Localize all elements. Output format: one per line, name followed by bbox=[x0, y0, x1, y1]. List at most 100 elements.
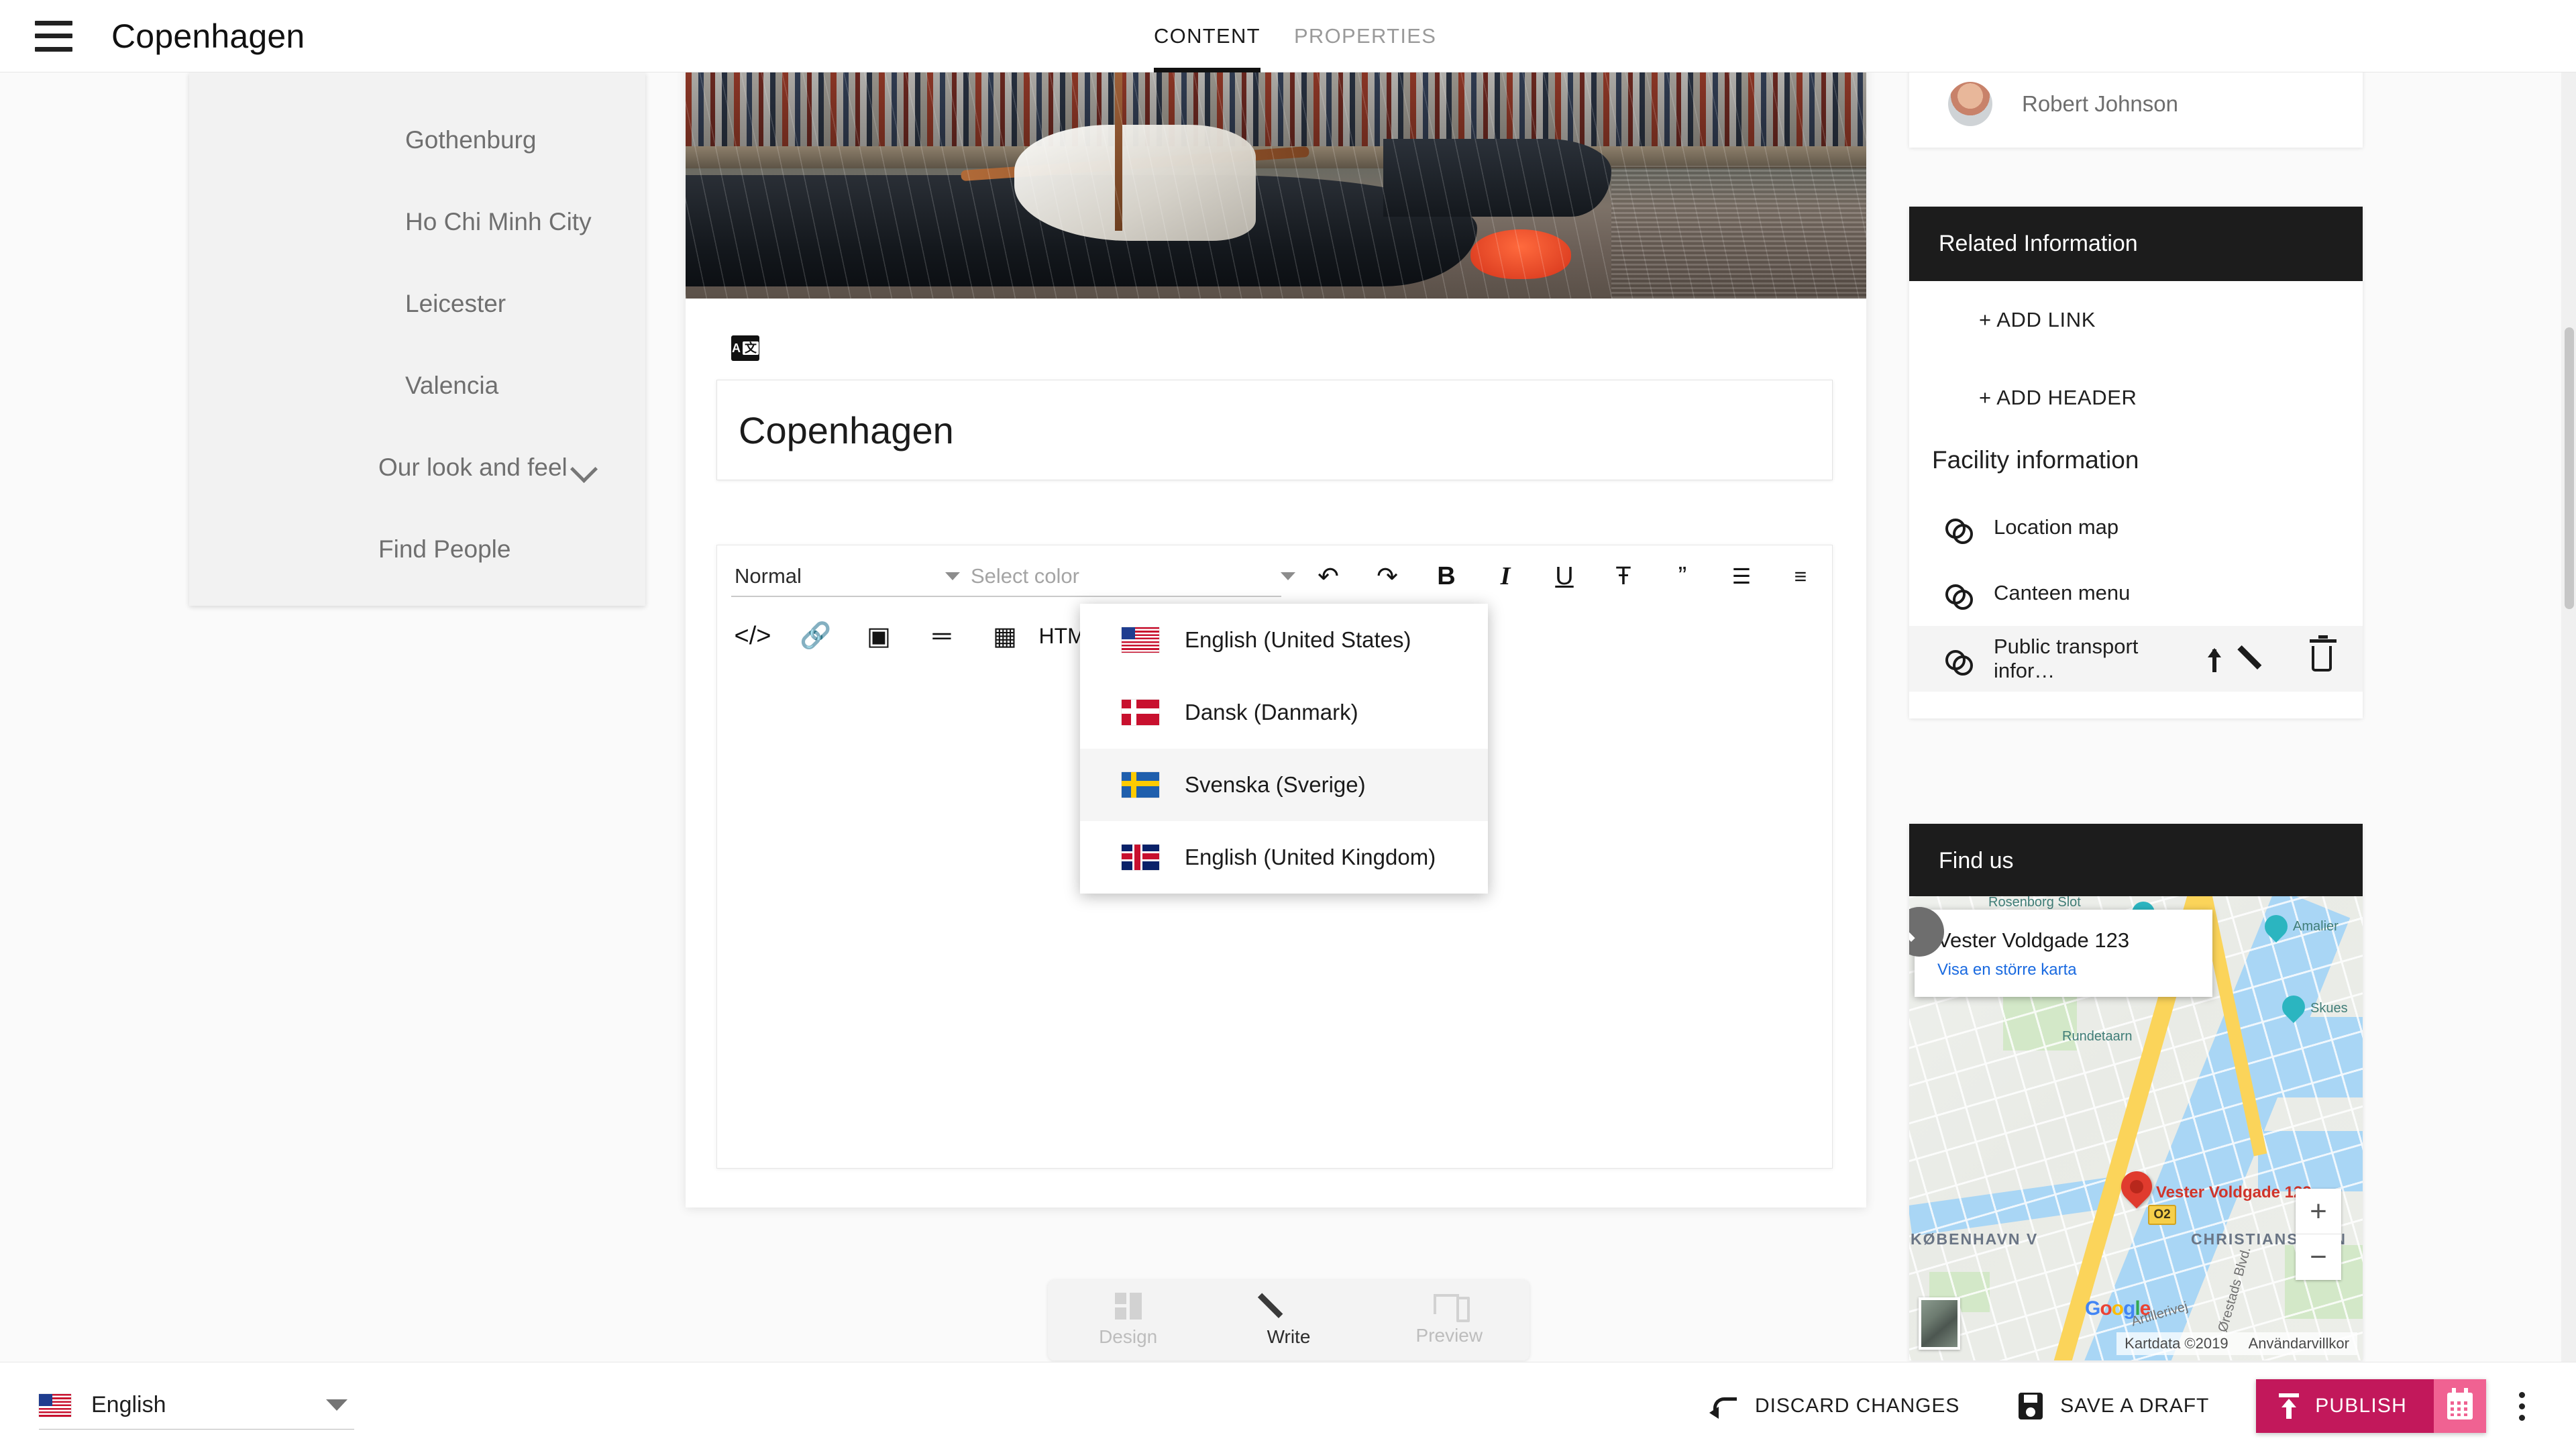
style-select[interactable]: Normal bbox=[735, 564, 971, 588]
google-logo: Google bbox=[2085, 1297, 2151, 1320]
map-canvas[interactable]: Rosenborg Slot Amalier Rundetaarn Skues … bbox=[1909, 896, 2363, 1360]
editor-toolbar-row-1: Normal Select color ↶ ↷ B I U Ŧ ” ☰ ≡ bbox=[717, 545, 1832, 607]
related-link-label: Canteen menu bbox=[1994, 581, 2131, 604]
mode-design[interactable]: Design bbox=[1048, 1293, 1208, 1348]
mode-switcher: Design Write Preview bbox=[1048, 1280, 1529, 1360]
mode-preview[interactable]: Preview bbox=[1369, 1294, 1529, 1346]
save-draft-button[interactable]: SAVE A DRAFT bbox=[1989, 1393, 2239, 1419]
add-header-button[interactable]: + ADD HEADER bbox=[1909, 359, 2363, 437]
bold-icon[interactable]: B bbox=[1428, 558, 1464, 594]
italic-icon[interactable]: I bbox=[1487, 558, 1523, 594]
undo-icon bbox=[1709, 1395, 1737, 1419]
calendar-icon bbox=[2447, 1388, 2473, 1419]
sidebar-item-ho-chi-minh-city[interactable]: Ho Chi Minh City bbox=[189, 181, 645, 263]
strikethrough-icon[interactable]: Ŧ bbox=[1605, 558, 1642, 594]
mode-label: Design bbox=[1099, 1326, 1158, 1347]
blockquote-icon[interactable]: ” bbox=[1664, 558, 1701, 594]
related-link-location-map[interactable]: Location map bbox=[1909, 494, 2363, 560]
scrollbar-thumb[interactable] bbox=[2565, 327, 2574, 609]
map-marker-label: Vester Voldgade 123 bbox=[2156, 1183, 2312, 1201]
tab-properties[interactable]: PROPERTIES bbox=[1294, 0, 1436, 72]
divider-icon[interactable]: ═ bbox=[924, 618, 960, 654]
delete-icon[interactable] bbox=[2309, 635, 2337, 672]
related-link-actions bbox=[2202, 635, 2363, 672]
map-terms-link[interactable]: Användarvillkor bbox=[2249, 1335, 2349, 1352]
table-icon[interactable]: ▦ bbox=[987, 618, 1023, 654]
language-option-sv-se[interactable]: Svenska (Sverige) bbox=[1080, 749, 1488, 821]
left-sidebar: Gdansk Gothenburg Ho Chi Minh City Leice… bbox=[189, 72, 645, 606]
chevron-down-icon bbox=[1281, 572, 1295, 580]
title-input[interactable]: Copenhagen bbox=[716, 380, 1833, 480]
page-scrollbar[interactable] bbox=[2561, 72, 2576, 1362]
link-icon[interactable]: 🔗 bbox=[798, 618, 834, 654]
language-option-en-us[interactable]: English (United States) bbox=[1080, 604, 1488, 676]
related-link-public-transport[interactable]: Public transport infor… bbox=[1909, 626, 2363, 692]
style-select-underline bbox=[731, 596, 1281, 597]
language-selector-value: English bbox=[91, 1392, 166, 1417]
add-link-button[interactable]: + ADD LINK bbox=[1909, 281, 2363, 359]
sidebar-item-gothenburg[interactable]: Gothenburg bbox=[189, 99, 645, 181]
se-flag-icon bbox=[1122, 772, 1159, 798]
uk-flag-icon bbox=[1122, 845, 1159, 870]
numbered-list-icon[interactable]: ≡ bbox=[1782, 558, 1819, 594]
image-icon[interactable]: ▣ bbox=[861, 618, 897, 654]
tab-content[interactable]: CONTENT bbox=[1154, 0, 1260, 72]
bullet-list-icon[interactable]: ☰ bbox=[1723, 558, 1760, 594]
language-option-label: Dansk (Danmark) bbox=[1185, 700, 1358, 724]
map-zoom-in-button[interactable]: + bbox=[2296, 1189, 2341, 1234]
discard-changes-label: DISCARD CHANGES bbox=[1755, 1395, 1960, 1417]
chevron-down-icon[interactable] bbox=[573, 455, 597, 480]
map-tooltip-link[interactable]: Visa en större karta bbox=[1937, 961, 2192, 979]
map-zoom-controls: + − bbox=[2296, 1189, 2341, 1280]
style-select-value: Normal bbox=[735, 564, 802, 588]
bottom-actions: DISCARD CHANGES SAVE A DRAFT PUBLISH bbox=[1680, 1362, 2545, 1449]
related-information-panel: Related Information + ADD LINK + ADD HEA… bbox=[1909, 207, 2363, 718]
mode-label: Write bbox=[1267, 1326, 1311, 1347]
us-flag-icon bbox=[1122, 627, 1159, 653]
related-link-label: Public transport infor… bbox=[1994, 635, 2139, 682]
map-poi-label: Rundetaarn bbox=[2062, 1029, 2133, 1044]
hamburger-icon[interactable] bbox=[35, 20, 72, 52]
publish-button[interactable]: PUBLISH bbox=[2256, 1379, 2434, 1433]
redo-icon[interactable]: ↷ bbox=[1369, 558, 1405, 594]
map-zoom-out-button[interactable]: − bbox=[2296, 1234, 2341, 1280]
mode-write[interactable]: Write bbox=[1208, 1293, 1368, 1348]
dk-flag-icon bbox=[1122, 700, 1159, 725]
map-satellite-thumbnail[interactable] bbox=[1919, 1297, 1960, 1350]
translate-icon[interactable]: A 文 bbox=[731, 335, 759, 361]
author-panel: Robert Johnson bbox=[1909, 60, 2363, 148]
language-option-en-gb[interactable]: English (United Kingdom) bbox=[1080, 821, 1488, 894]
code-icon[interactable]: </> bbox=[735, 618, 771, 654]
avatar bbox=[1948, 82, 1992, 126]
discard-changes-button[interactable]: DISCARD CHANGES bbox=[1680, 1395, 1989, 1419]
us-flag-icon bbox=[39, 1393, 71, 1417]
top-bar: Copenhagen CONTENT PROPERTIES bbox=[0, 0, 2576, 72]
edit-icon[interactable] bbox=[2255, 645, 2281, 672]
map-district-label: KØBENHAVN V bbox=[1911, 1230, 2039, 1248]
map-tooltip-title: Vester Voldgade 123 bbox=[1937, 928, 2130, 952]
language-dropdown-menu: English (United States) Dansk (Danmark) … bbox=[1080, 604, 1488, 894]
bottom-bar: English DISCARD CHANGES SAVE A DRAFT PUB… bbox=[0, 1362, 2576, 1449]
sidebar-item-valencia[interactable]: Valencia bbox=[189, 345, 645, 427]
author-name: Robert Johnson bbox=[2022, 91, 2178, 116]
underline-icon[interactable]: U bbox=[1546, 558, 1582, 594]
hero-image bbox=[686, 57, 1866, 299]
schedule-publish-button[interactable] bbox=[2434, 1379, 2486, 1433]
sidebar-item-gdansk[interactable]: Gdansk bbox=[189, 72, 645, 99]
related-link-canteen-menu[interactable]: Canteen menu bbox=[1909, 560, 2363, 626]
sidebar-item-our-look-and-feel[interactable]: Our look and feel bbox=[189, 427, 645, 508]
color-select-value: Select color bbox=[971, 564, 1079, 588]
move-up-icon[interactable] bbox=[2202, 645, 2227, 672]
language-option-da-dk[interactable]: Dansk (Danmark) bbox=[1080, 676, 1488, 749]
kebab-menu-icon[interactable] bbox=[2498, 1379, 2545, 1433]
sidebar-item-leicester[interactable]: Leicester bbox=[189, 263, 645, 345]
devices-icon bbox=[1434, 1294, 1470, 1322]
color-select[interactable]: Select color bbox=[971, 564, 1306, 588]
publish-button-group: PUBLISH bbox=[2256, 1379, 2486, 1433]
sidebar-item-find-people[interactable]: Find People bbox=[189, 508, 645, 590]
map-credits: Kartdata ©2019 Användarvillkor bbox=[2116, 1332, 2357, 1355]
related-link-label: Location map bbox=[1994, 515, 2119, 539]
undo-icon[interactable]: ↶ bbox=[1310, 558, 1346, 594]
language-option-label: Svenska (Sverige) bbox=[1185, 772, 1366, 797]
language-selector[interactable]: English bbox=[39, 1381, 354, 1430]
